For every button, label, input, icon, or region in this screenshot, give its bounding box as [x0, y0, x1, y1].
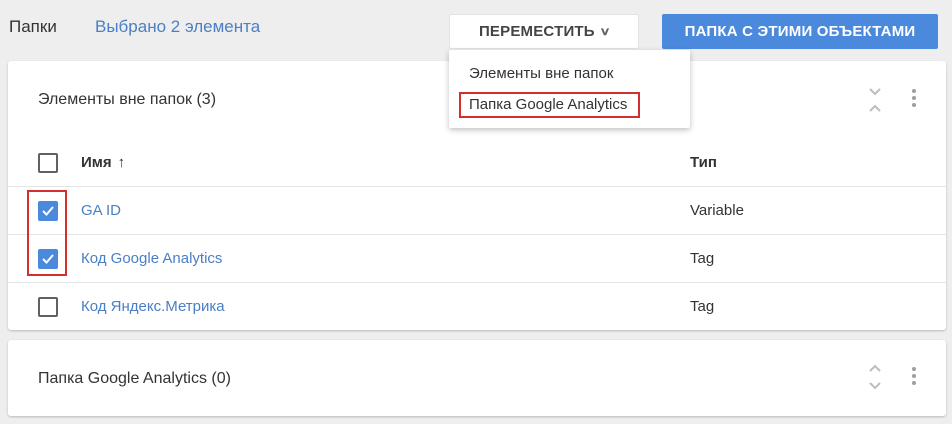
- column-header-name[interactable]: Имя ↑: [81, 154, 125, 171]
- top-bar: Папки Выбрано 2 элемента ПЕРЕМЕСТИТЬ ∨ П…: [0, 0, 952, 56]
- item-name-link[interactable]: Код Яндекс.Метрика: [81, 298, 225, 315]
- folder-with-items-button[interactable]: ПАПКА С ЭТИМИ ОБЪЕКТАМИ: [662, 14, 938, 49]
- column-header-type[interactable]: Тип: [690, 154, 717, 171]
- table-header-row: Имя ↑ Тип: [8, 139, 946, 187]
- item-type: Tag: [690, 298, 715, 315]
- move-button[interactable]: ПЕРЕМЕСТИТЬ ∨: [449, 14, 639, 49]
- table-row[interactable]: GA ID Variable: [8, 187, 946, 235]
- move-dropdown-menu: Элементы вне папок Папка Google Analytic…: [449, 50, 690, 128]
- more-vert-icon[interactable]: [908, 89, 920, 111]
- folder-with-items-button-label: ПАПКА С ЭТИМИ ОБЪЕКТАМИ: [684, 23, 916, 40]
- item-name-link[interactable]: Код Google Analytics: [81, 250, 222, 267]
- select-all-checkbox[interactable]: [38, 153, 58, 173]
- card-title: Папка Google Analytics (0): [38, 370, 231, 387]
- table-row[interactable]: Код Google Analytics Tag: [8, 235, 946, 283]
- more-vert-icon[interactable]: [908, 367, 920, 389]
- menu-item-unfiled[interactable]: Элементы вне папок: [469, 65, 613, 82]
- selected-count: Выбрано 2 элемента: [95, 17, 261, 36]
- sort-arrow-icon: ↑: [117, 154, 126, 171]
- column-header-name-label: Имя: [81, 154, 112, 171]
- google-analytics-folder-card: Папка Google Analytics (0): [8, 340, 946, 416]
- chevron-down-icon: ∨: [599, 26, 611, 38]
- move-button-label: ПЕРЕМЕСТИТЬ: [478, 23, 595, 40]
- items-table: Имя ↑ Тип GA ID Variable Код Google Analy…: [8, 139, 946, 331]
- collapse-icon[interactable]: [867, 87, 883, 113]
- breadcrumb-folders[interactable]: Папки: [9, 17, 57, 37]
- expand-icon[interactable]: [867, 364, 883, 390]
- menu-item-google-analytics-folder[interactable]: Папка Google Analytics: [469, 96, 627, 113]
- table-row[interactable]: Код Яндекс.Метрика Tag: [8, 283, 946, 331]
- row-checkbox[interactable]: [38, 297, 58, 317]
- card-title: Элементы вне папок (3): [38, 91, 217, 108]
- item-type: Tag: [690, 250, 715, 267]
- checked-items-highlight: [27, 190, 67, 276]
- item-type: Variable: [690, 202, 744, 219]
- item-name-link[interactable]: GA ID: [81, 202, 121, 219]
